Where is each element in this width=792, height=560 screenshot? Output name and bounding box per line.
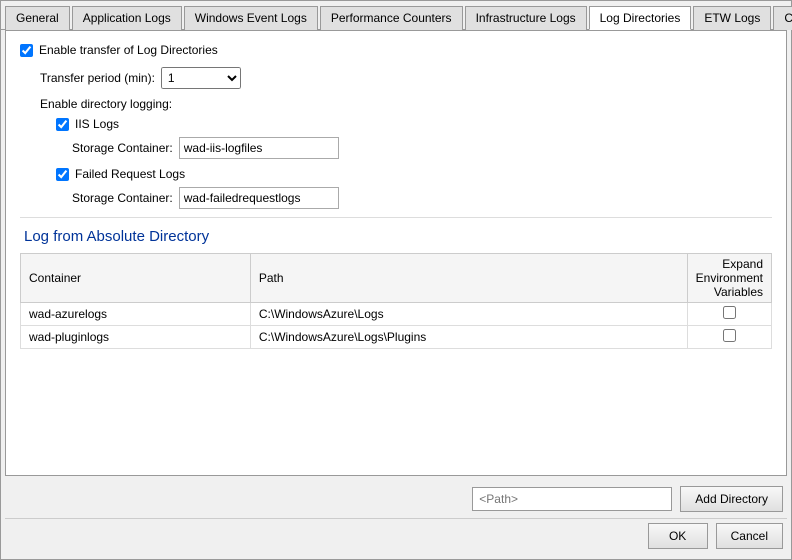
cancel-button[interactable]: Cancel [716,523,783,549]
iis-storage-row: Storage Container: [20,137,772,159]
dir-logging-label: Enable directory logging: [20,97,772,111]
col-container: Container [21,254,251,303]
tab-application-logs[interactable]: Application Logs [72,6,182,30]
failed-storage-label: Storage Container: [72,191,173,205]
add-dir-row: Add Directory [5,480,787,518]
transfer-period-select[interactable]: 1 5 10 30 60 [161,67,241,89]
cell-path: C:\WindowsAzure\Logs\Plugins [250,326,687,349]
iis-storage-input[interactable] [179,137,339,159]
cell-container: wad-pluginlogs [21,326,251,349]
transfer-period-label: Transfer period (min): [40,71,155,85]
table-row: wad-pluginlogsC:\WindowsAzure\Logs\Plugi… [21,326,772,349]
window: General Application Logs Windows Event L… [0,0,792,560]
tab-infrastructure-logs[interactable]: Infrastructure Logs [465,6,587,30]
path-input[interactable] [472,487,672,511]
failed-request-label: Failed Request Logs [75,167,185,181]
log-table: Container Path Expand Environment Variab… [20,253,772,349]
cell-expand [687,303,771,326]
tab-general[interactable]: General [5,6,70,30]
tab-log-directories[interactable]: Log Directories [589,6,692,30]
ok-cancel-row: OK Cancel [5,518,787,555]
content-area: Enable transfer of Log Directories Trans… [5,30,787,476]
expand-env-checkbox[interactable] [723,329,736,342]
enable-transfer-checkbox[interactable] [20,44,33,57]
cell-path: C:\WindowsAzure\Logs [250,303,687,326]
enable-transfer-row: Enable transfer of Log Directories [20,43,772,57]
ok-button[interactable]: OK [648,523,708,549]
failed-request-section: Failed Request Logs [20,167,772,181]
failed-storage-input[interactable] [179,187,339,209]
cell-expand [687,326,771,349]
iis-storage-label: Storage Container: [72,141,173,155]
tab-etw-logs[interactable]: ETW Logs [693,6,771,30]
iis-logs-checkbox[interactable] [56,118,69,131]
failed-request-checkbox[interactable] [56,168,69,181]
enable-transfer-label: Enable transfer of Log Directories [39,43,218,57]
tab-performance-counters[interactable]: Performance Counters [320,6,463,30]
table-row: wad-azurelogsC:\WindowsAzure\Logs [21,303,772,326]
tabs-bar: General Application Logs Windows Event L… [1,1,791,30]
iis-logs-row: IIS Logs [56,117,772,131]
failed-storage-row: Storage Container: [20,187,772,209]
cell-container: wad-azurelogs [21,303,251,326]
expand-env-checkbox[interactable] [723,306,736,319]
col-path: Path [250,254,687,303]
divider [20,217,772,218]
col-expand: Expand Environment Variables [687,254,771,303]
tab-crash-dumps[interactable]: Crash Dumps [773,6,792,30]
footer-area: Add Directory OK Cancel [1,476,791,559]
log-section-title: Log from Absolute Directory [20,228,772,245]
iis-section: IIS Logs [20,117,772,131]
transfer-period-row: Transfer period (min): 1 5 10 30 60 [20,67,772,89]
tab-windows-event-logs[interactable]: Windows Event Logs [184,6,318,30]
failed-request-row: Failed Request Logs [56,167,772,181]
add-directory-button[interactable]: Add Directory [680,486,783,512]
iis-logs-label: IIS Logs [75,117,119,131]
